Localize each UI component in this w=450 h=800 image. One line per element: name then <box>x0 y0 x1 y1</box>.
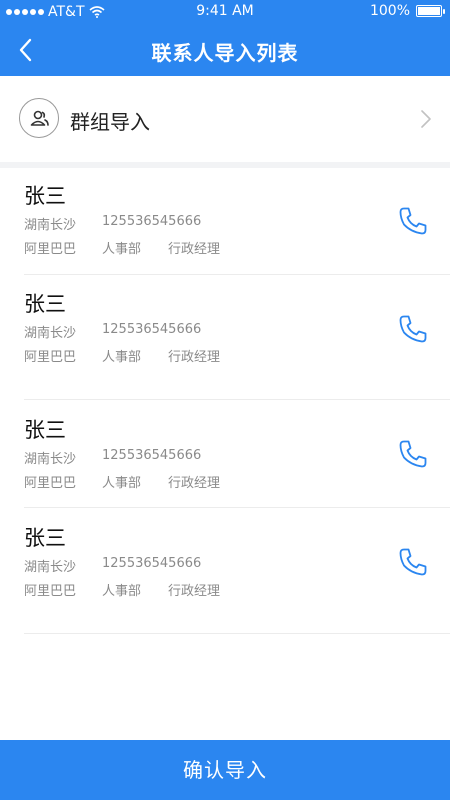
contact-line-1: 湖南长沙 125536545666 <box>24 322 201 341</box>
contact-line-2: 阿里巴巴 人事部 行政经理 <box>24 238 220 257</box>
row-divider <box>24 633 450 634</box>
phone-icon <box>399 548 427 576</box>
contact-location: 湖南长沙 <box>24 560 77 575</box>
contact-line-1: 湖南长沙 125536545666 <box>24 556 201 575</box>
contact-position: 行政经理 <box>168 476 221 491</box>
phone-icon <box>399 440 427 468</box>
contact-location: 湖南长沙 <box>24 218 77 233</box>
battery-percent: 100% <box>369 3 410 19</box>
contact-department: 人事部 <box>102 476 142 491</box>
chevron-right-icon <box>421 110 431 128</box>
contact-phone-number: 125536545666 <box>102 214 202 229</box>
contact-name: 张三 <box>24 184 66 208</box>
contact-name: 张三 <box>24 418 66 442</box>
contact-location: 湖南长沙 <box>24 326 77 341</box>
status-bar: AT&T 9:41 AM 100% <box>0 0 450 24</box>
contact-item[interactable]: 张三 湖南长沙 125536545666 阿里巴巴 人事部 行政经理 <box>0 168 450 276</box>
call-button[interactable] <box>397 205 429 237</box>
contact-line-1: 湖南长沙 125536545666 <box>24 448 201 467</box>
row-divider <box>24 274 450 275</box>
nav-bar: 联系人导入列表 <box>0 24 450 76</box>
contact-line-2: 阿里巴巴 人事部 行政经理 <box>24 580 220 599</box>
contact-location: 湖南长沙 <box>24 452 77 467</box>
contact-phone-number: 125536545666 <box>102 556 202 571</box>
contact-position: 行政经理 <box>168 242 221 257</box>
status-right: 100% <box>369 3 445 19</box>
contact-line-2: 阿里巴巴 人事部 行政经理 <box>24 472 220 491</box>
contact-department: 人事部 <box>102 350 142 365</box>
contact-company: 阿里巴巴 <box>24 350 77 365</box>
group-import-row[interactable]: 群组导入 <box>0 76 450 162</box>
group-icon <box>19 98 59 138</box>
contact-item[interactable]: 张三 湖南长沙 125536545666 阿里巴巴 人事部 行政经理 <box>0 508 450 634</box>
contact-line-2: 阿里巴巴 人事部 行政经理 <box>24 346 220 365</box>
call-button[interactable] <box>397 546 429 578</box>
page-title: 联系人导入列表 <box>151 41 299 65</box>
contact-name: 张三 <box>24 526 66 550</box>
contact-position: 行政经理 <box>168 584 221 599</box>
contact-company: 阿里巴巴 <box>24 584 77 599</box>
confirm-import-button[interactable]: 确认导入 <box>0 740 450 800</box>
contact-line-1: 湖南长沙 125536545666 <box>24 214 201 233</box>
contact-phone-number: 125536545666 <box>102 322 202 337</box>
contact-position: 行政经理 <box>168 350 221 365</box>
group-import-label: 群组导入 <box>70 110 150 134</box>
contact-name: 张三 <box>24 292 66 316</box>
contact-company: 阿里巴巴 <box>24 476 77 491</box>
contact-phone-number: 125536545666 <box>102 448 202 463</box>
contact-item[interactable]: 张三 湖南长沙 125536545666 阿里巴巴 人事部 行政经理 <box>0 276 450 400</box>
battery-icon <box>416 5 445 17</box>
phone-icon <box>399 207 427 235</box>
contact-department: 人事部 <box>102 584 142 599</box>
contact-item[interactable]: 张三 湖南长沙 125536545666 阿里巴巴 人事部 行政经理 <box>0 400 450 508</box>
contact-department: 人事部 <box>102 242 142 257</box>
call-button[interactable] <box>397 438 429 470</box>
call-button[interactable] <box>397 313 429 345</box>
phone-icon <box>399 315 427 343</box>
contact-company: 阿里巴巴 <box>24 242 77 257</box>
